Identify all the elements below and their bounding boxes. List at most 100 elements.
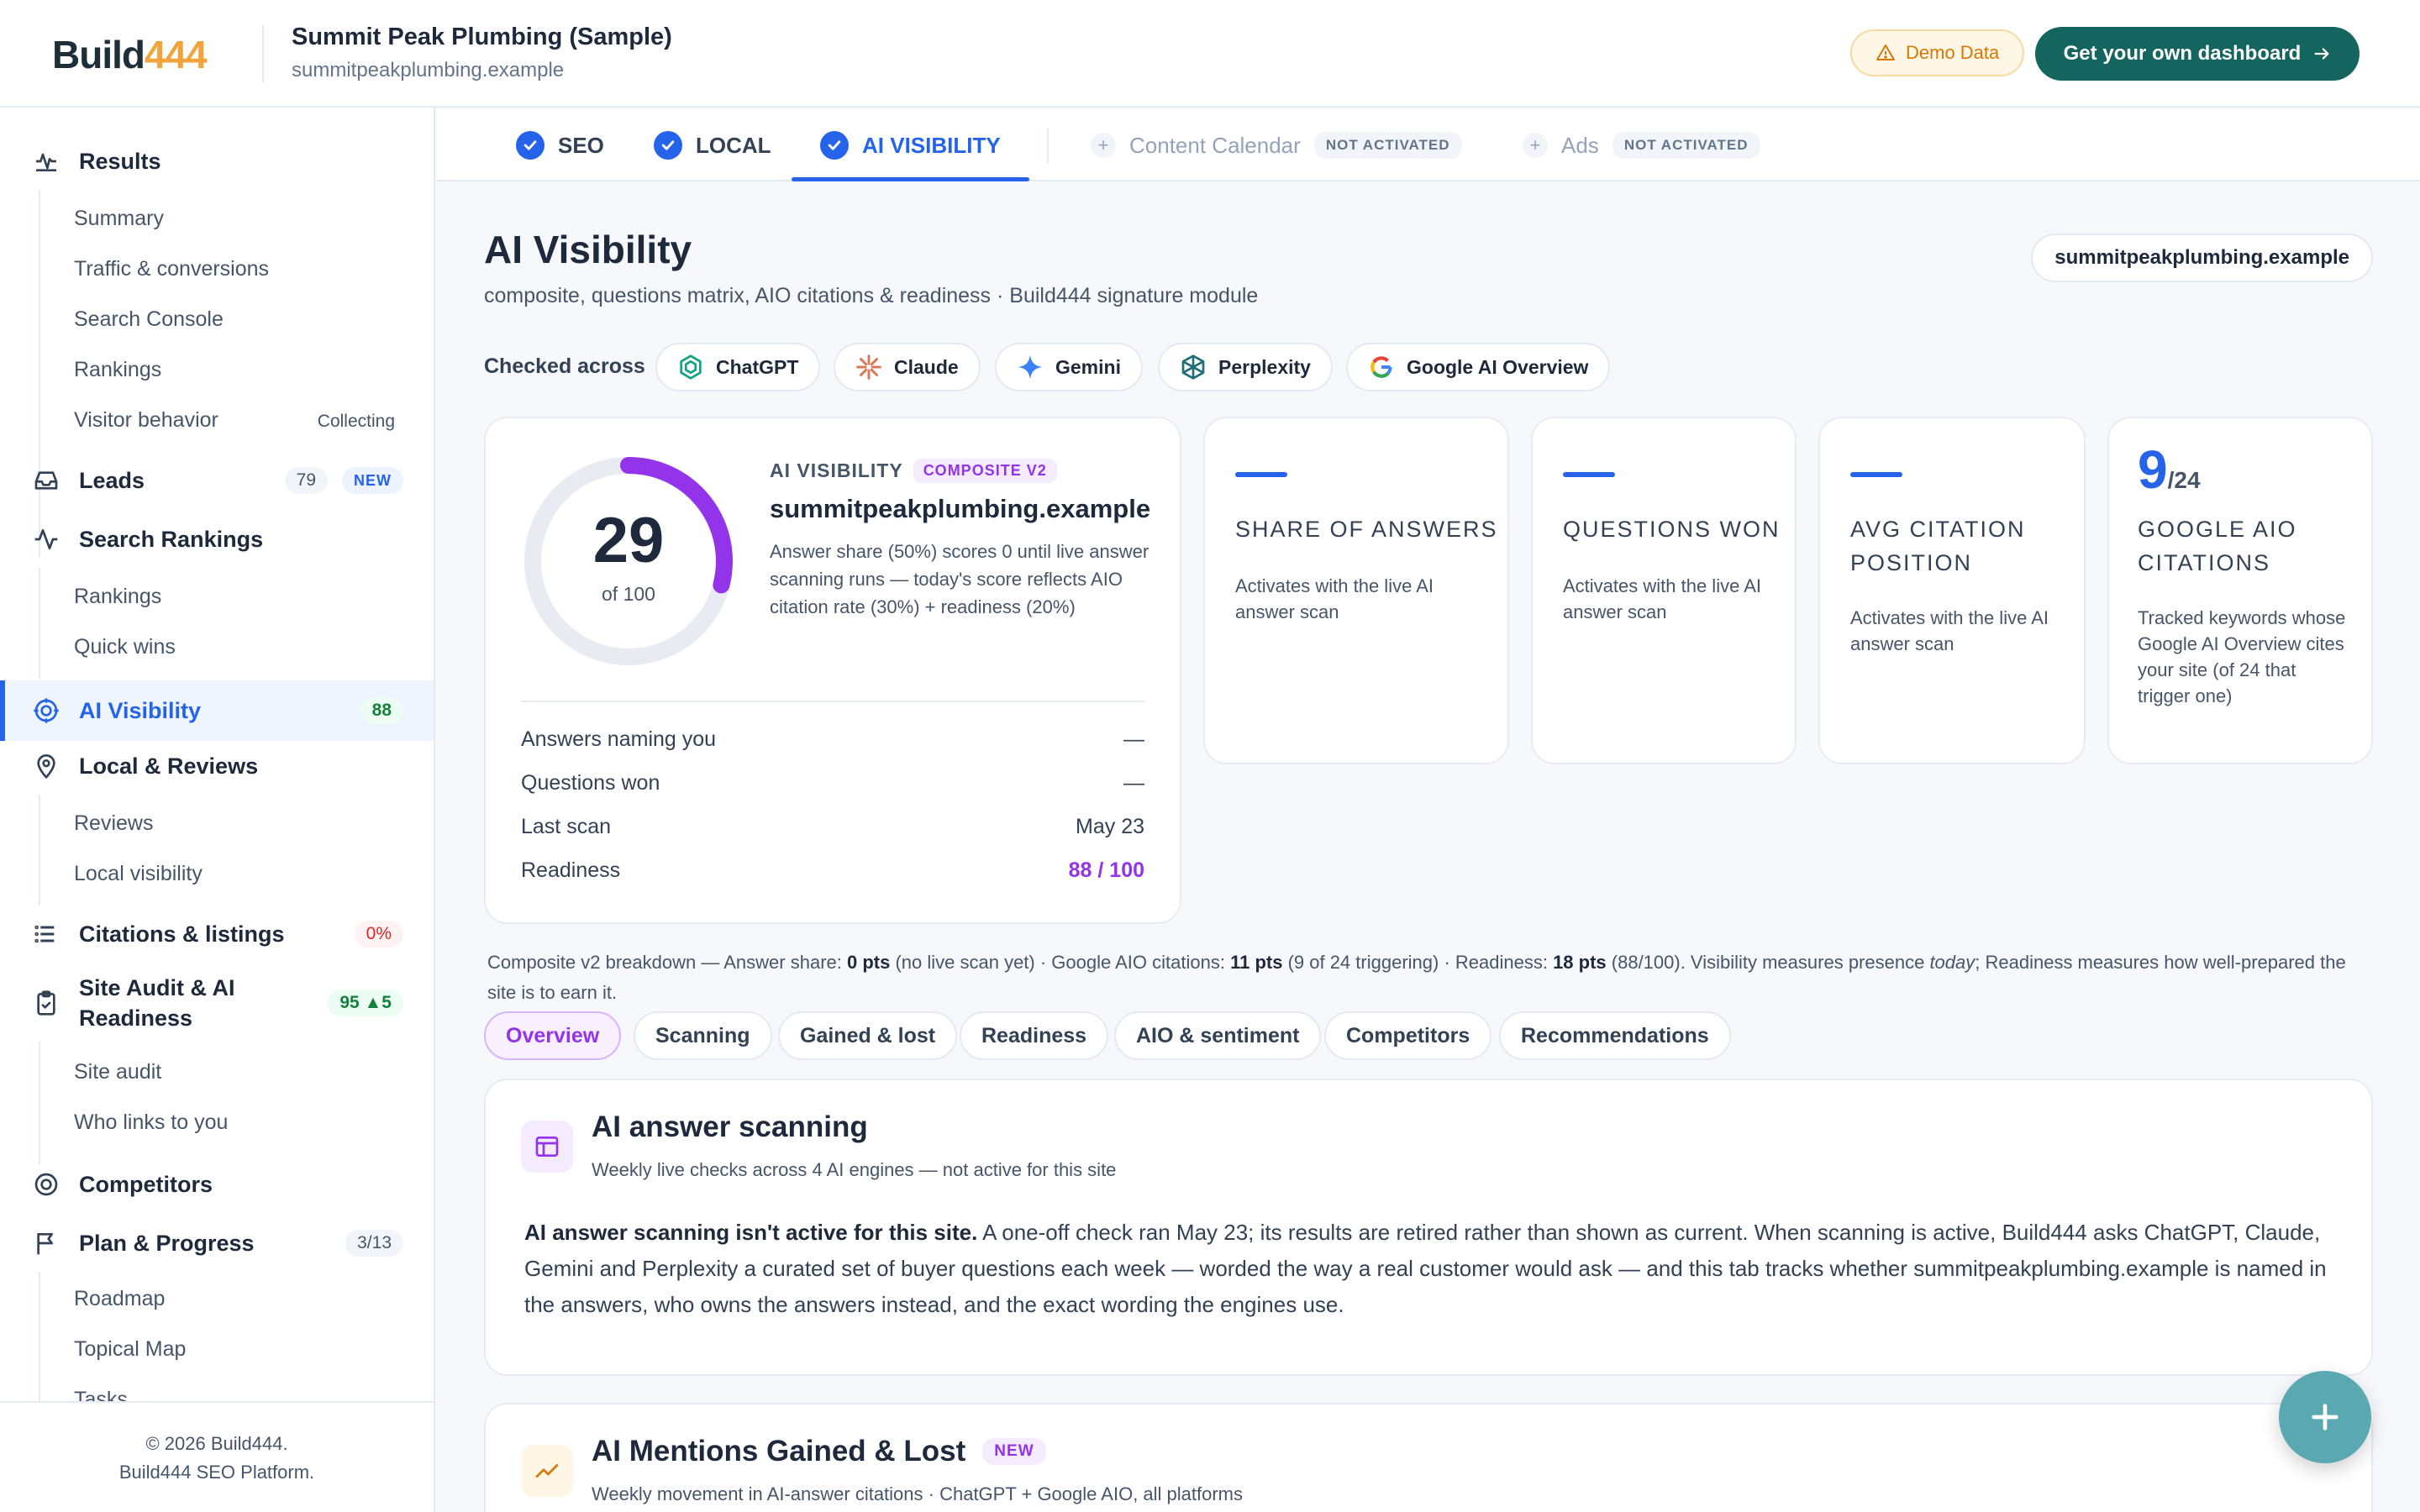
sidebar-item-results[interactable]: Results xyxy=(0,136,434,186)
sidebar-subitem-roadmap[interactable]: Roadmap xyxy=(74,1282,165,1315)
site-audit-badge: 95 ▲5 xyxy=(328,990,403,1016)
metric-dash xyxy=(1235,472,1287,477)
header-divider xyxy=(262,25,264,82)
tab-ai-label: AI VISIBILITY xyxy=(862,132,1001,158)
kv-readiness: Readiness 88 / 100 xyxy=(521,858,1144,882)
list-icon xyxy=(32,920,60,948)
sidebar-item-ai-visibility[interactable]: AI Visibility 88 xyxy=(0,680,434,741)
sidebar-subitem-site-audit[interactable]: Site audit xyxy=(74,1055,161,1089)
activity-icon xyxy=(32,525,60,554)
score-value: 29 xyxy=(592,505,665,576)
subtab-scanning[interactable]: Scanning xyxy=(634,1011,772,1060)
clipboard-check-icon xyxy=(32,989,60,1017)
page-subtitle: composite, questions matrix, AIO citatio… xyxy=(484,284,1259,307)
mentions-title-text: AI Mentions Gained & Lost xyxy=(592,1435,966,1467)
aio-citations-value: 9/24 xyxy=(2138,439,2201,500)
sidebar-subitem-traffic[interactable]: Traffic & conversions xyxy=(74,252,269,286)
engine-perplexity[interactable]: Perplexity xyxy=(1158,343,1333,391)
sidebar-label-results: Results xyxy=(79,149,161,174)
sidebar-subitem-search-console[interactable]: Search Console xyxy=(74,302,224,336)
sidebar-label-local-reviews: Local & Reviews xyxy=(79,753,259,779)
domain-pill[interactable]: summitpeakplumbing.example xyxy=(2031,234,2373,282)
engine-gemini[interactable]: Gemini xyxy=(995,343,1143,391)
tab-ads-label: Ads xyxy=(1561,132,1599,158)
metric-dash xyxy=(1563,472,1615,477)
sidebar-subitem-local-visibility[interactable]: Local visibility xyxy=(74,857,203,890)
tab-local-label: LOCAL xyxy=(696,132,771,158)
perplexity-icon xyxy=(1181,354,1205,380)
sidebar-subitem-reviews[interactable]: Reviews xyxy=(74,806,153,840)
sidebar-label-site-audit: Site Audit & AI Readiness xyxy=(79,975,235,1031)
metric-title: GOOGLE AIO CITATIONS xyxy=(2138,517,2297,575)
sidebar-subitem-rankings[interactable]: Rankings xyxy=(74,353,161,386)
sidebar-subitem-sr-rankings[interactable]: Rankings xyxy=(74,580,161,613)
metric-title: QUESTIONS WON xyxy=(1563,517,1781,542)
flag-icon xyxy=(32,1229,60,1257)
sidebar-item-plan-progress[interactable]: Plan & Progress 3/13 xyxy=(0,1218,434,1268)
sidebar-subitem-summary[interactable]: Summary xyxy=(74,202,164,235)
sidebar-item-local-reviews[interactable]: Local & Reviews xyxy=(0,741,434,791)
metric-desc: Activates with the live AI answer scan xyxy=(1235,575,1434,622)
demo-data-label: Demo Data xyxy=(1906,42,2000,63)
sidebar-item-leads[interactable]: Leads NEW 79 xyxy=(0,455,434,506)
metric-desc: Activates with the live AI answer scan xyxy=(1850,607,2049,654)
platform-text: Build444 SEO Platform. xyxy=(118,1462,315,1483)
sidebar-label-citations: Citations & listings xyxy=(79,921,285,947)
kv-last-scan: Last scan May 23 xyxy=(521,815,1144,838)
sidebar-subitem-visitor-behavior[interactable]: Visitor behavior xyxy=(74,403,218,437)
top-header: Build444 Summit Peak Plumbing (Sample) s… xyxy=(0,0,2420,108)
metric-dash xyxy=(1850,472,1902,477)
tab-ai-visibility[interactable]: AI VISIBILITY xyxy=(792,109,1029,181)
score-divider xyxy=(521,701,1144,702)
subtab-recommendations[interactable]: Recommendations xyxy=(1499,1011,1731,1060)
subtab-gained-lost[interactable]: Gained & lost xyxy=(778,1011,958,1060)
target-icon xyxy=(32,696,60,725)
sidebar-label-plan-progress: Plan & Progress xyxy=(79,1231,255,1256)
tab-seo[interactable]: SEO xyxy=(516,109,604,181)
ai-visibility-score-badge: 88 xyxy=(360,697,403,724)
build444-logo[interactable]: Build444 xyxy=(52,32,208,77)
leads-count-badge: 79 xyxy=(284,467,328,494)
floating-add-button[interactable] xyxy=(2279,1371,2371,1463)
subtab-overview[interactable]: Overview xyxy=(484,1011,622,1060)
engine-label: Perplexity xyxy=(1218,355,1311,378)
citations-badge: 0% xyxy=(354,921,403,948)
sidebar-subitem-topical-map[interactable]: Topical Map xyxy=(74,1332,186,1366)
engine-chatgpt[interactable]: ChatGPT xyxy=(655,343,821,391)
plus-icon xyxy=(2312,1404,2338,1431)
mentions-new-badge: NEW xyxy=(982,1438,1046,1465)
get-dashboard-button[interactable]: Get your own dashboard xyxy=(2035,27,2360,81)
sidebar-item-citations[interactable]: Citations & listings 0% xyxy=(0,909,434,959)
sidebar-subitem-quick-wins[interactable]: Quick wins xyxy=(74,630,176,664)
sidebar-label-ai-visibility: AI Visibility xyxy=(79,698,202,723)
sidebar-subitem-who-links[interactable]: Who links to you xyxy=(74,1105,228,1139)
score-domain: summitpeakplumbing.example xyxy=(770,494,1151,523)
engine-claude[interactable]: Claude xyxy=(834,343,981,391)
plus-icon: + xyxy=(1523,133,1548,158)
checked-across-label: Checked across xyxy=(484,354,645,378)
tab-local[interactable]: LOCAL xyxy=(654,109,771,181)
scanning-subtitle: Weekly live checks across 4 AI engines —… xyxy=(592,1159,1117,1180)
tab-ads[interactable]: + Ads NOT ACTIVATED xyxy=(1523,109,1760,181)
sidebar-item-site-audit[interactable]: Site Audit & AI Readiness 95 ▲5 xyxy=(0,968,434,1038)
sidebar-item-competitors[interactable]: Competitors xyxy=(0,1159,434,1210)
mentions-subtitle: Weekly movement in AI-answer citations ·… xyxy=(592,1483,1244,1504)
plus-icon: + xyxy=(1091,133,1116,158)
engine-google-aio[interactable]: Google AI Overview xyxy=(1346,343,1611,391)
subtab-readiness[interactable]: Readiness xyxy=(960,1011,1109,1060)
search-rankings-subgroup xyxy=(39,568,40,679)
sidebar: Results Summary Traffic & conversions Se… xyxy=(0,108,435,1512)
copyright-text: © 2026 Build444. xyxy=(145,1433,288,1454)
tab-content-calendar[interactable]: + Content Calendar NOT ACTIVATED xyxy=(1091,109,1462,181)
subtab-competitors[interactable]: Competitors xyxy=(1324,1011,1492,1060)
page-title: AI Visibility xyxy=(484,228,692,271)
tab-seo-label: SEO xyxy=(558,132,604,158)
demo-data-badge: Demo Data xyxy=(1850,29,2025,76)
sidebar-label-search-rankings: Search Rankings xyxy=(79,527,264,552)
sidebar-item-search-rankings[interactable]: Search Rankings xyxy=(0,514,434,564)
subtab-aio-sentiment[interactable]: AIO & sentiment xyxy=(1114,1011,1322,1060)
check-circle-icon xyxy=(516,131,544,160)
scanning-body: AI answer scanning isn't active for this… xyxy=(524,1220,2327,1317)
sidebar-label-leads: Leads xyxy=(79,468,145,493)
arrow-right-icon xyxy=(2314,48,2329,60)
